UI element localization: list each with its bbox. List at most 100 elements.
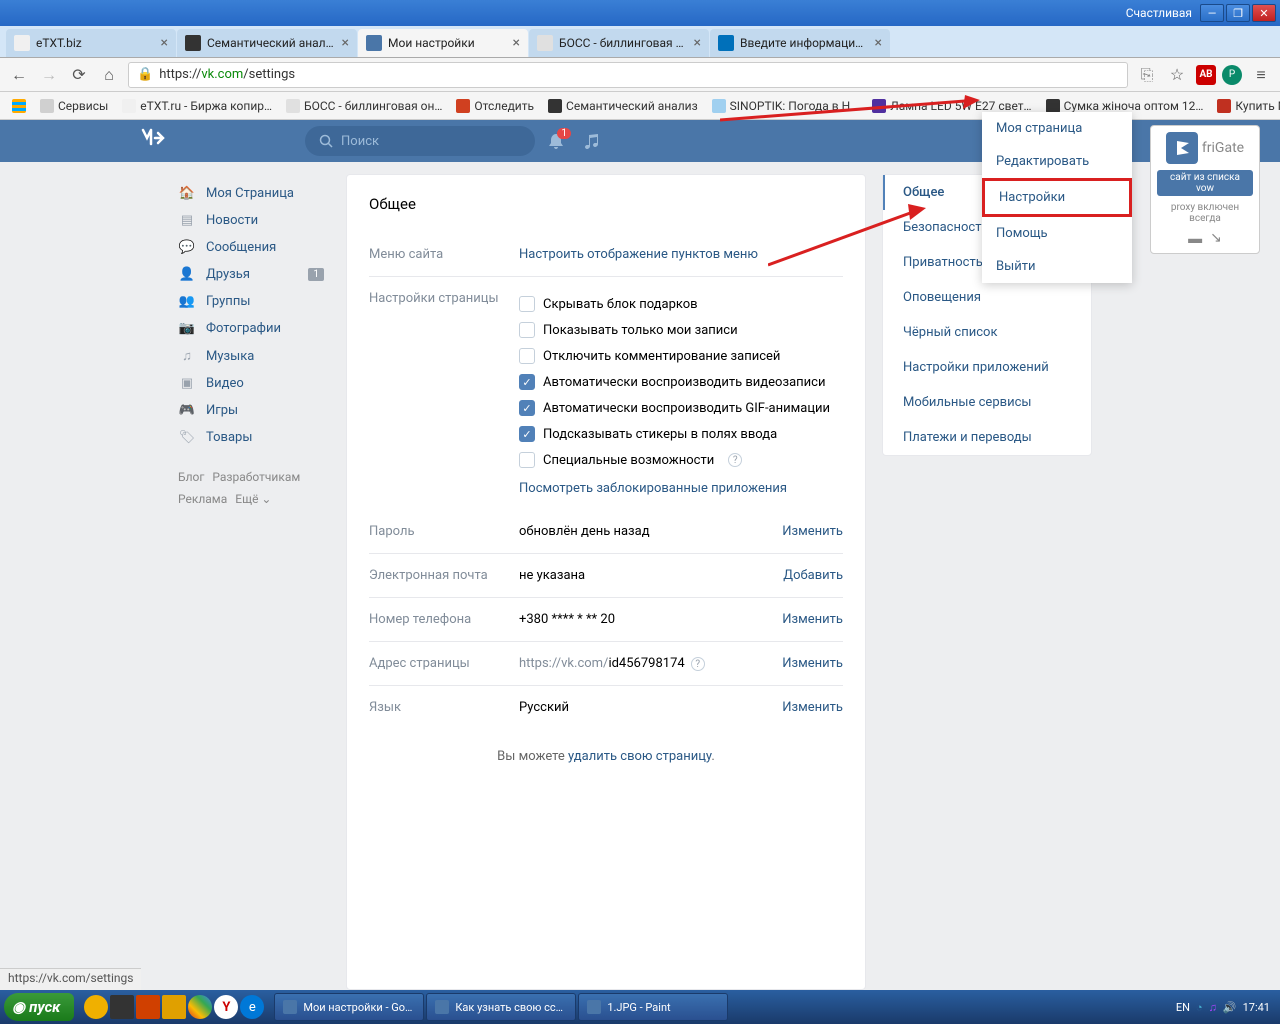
notifications-icon[interactable]: 1 xyxy=(547,132,565,150)
nav-music[interactable]: ♫Музыка xyxy=(170,342,330,370)
checkbox[interactable]: ✓ xyxy=(519,374,535,390)
dropdown-item-3[interactable]: Помощь xyxy=(982,217,1132,250)
settings-tab-5[interactable]: Настройки приложений xyxy=(883,350,1091,385)
music-player-icon[interactable] xyxy=(583,132,601,150)
ql-ie[interactable]: e xyxy=(240,995,264,1019)
row-action[interactable]: Изменить xyxy=(782,700,843,715)
footer-link-0[interactable]: Блог xyxy=(178,470,204,484)
taskbar-task-1[interactable]: Как узнать свою сс… xyxy=(426,993,576,1021)
help-icon[interactable]: ? xyxy=(728,453,742,467)
bookmark-8[interactable]: Купить Мужская Рубаш… xyxy=(1211,97,1280,115)
vk-body: 🏠Моя Страница▤Новости💬Сообщения👤Друзья1👥… xyxy=(0,162,1280,990)
url-scheme: https:// xyxy=(159,67,201,82)
tab-close-icon[interactable]: × xyxy=(161,35,168,51)
ql-1[interactable] xyxy=(84,995,108,1019)
footer-link-3[interactable]: Ещё ⌄ xyxy=(235,492,271,506)
minimize-button[interactable]: — xyxy=(1200,4,1224,22)
tab-close-icon[interactable]: × xyxy=(513,35,520,51)
checkbox[interactable]: ✓ xyxy=(519,426,535,442)
browser-tab-0[interactable]: eTXT.biz× xyxy=(6,29,176,57)
dropdown-item-2[interactable]: Настройки xyxy=(982,178,1132,217)
nav-label: Игры xyxy=(206,403,238,418)
nav-groups[interactable]: 👥Группы xyxy=(170,288,330,315)
lock-icon: 🔒 xyxy=(137,67,153,82)
row-action[interactable]: Изменить xyxy=(782,612,843,627)
maximize-button[interactable]: ❐ xyxy=(1226,4,1250,22)
browser-tab-2[interactable]: Мои настройки× xyxy=(358,29,528,57)
favicon xyxy=(185,35,201,51)
menu-configure-link[interactable]: Настроить отображение пунктов меню xyxy=(519,247,758,262)
devtools-icon[interactable]: ⎘ xyxy=(1136,64,1158,86)
ql-chrome[interactable] xyxy=(188,995,212,1019)
vk-search-input[interactable]: Поиск xyxy=(305,126,535,156)
menu-label: Меню сайта xyxy=(369,247,519,262)
nav-games[interactable]: 🎮Игры xyxy=(170,397,330,424)
start-button[interactable]: ◉пуск xyxy=(4,993,74,1021)
home-button[interactable]: ⌂ xyxy=(98,64,120,86)
tab-close-icon[interactable]: × xyxy=(875,35,882,51)
close-button[interactable]: ✕ xyxy=(1252,4,1276,22)
ql-yandex[interactable]: Y xyxy=(214,995,238,1019)
frigate-widget[interactable]: friGate сайт из списка vow proxy включен… xyxy=(1150,125,1260,254)
checkbox[interactable] xyxy=(519,452,535,468)
settings-tab-4[interactable]: Чёрный список xyxy=(883,315,1091,350)
footer-link-2[interactable]: Реклама xyxy=(178,492,227,506)
delete-page-link[interactable]: удалить свою страницу xyxy=(568,749,711,764)
settings-tab-3[interactable]: Оповещения xyxy=(883,280,1091,315)
bookmark-1[interactable]: eTXT.ru - Биржа копир… xyxy=(116,97,278,115)
nav-home[interactable]: 🏠Моя Страница xyxy=(170,180,330,207)
dropdown-item-1[interactable]: Редактировать xyxy=(982,145,1132,178)
star-icon[interactable]: ☆ xyxy=(1166,64,1188,86)
bookmark-5[interactable]: SINOPTIK: Погода в Н… xyxy=(706,97,865,115)
vk-logo[interactable] xyxy=(140,128,170,154)
back-button[interactable]: ← xyxy=(8,64,30,86)
menu-button[interactable]: ≡ xyxy=(1250,64,1272,86)
ql-4[interactable] xyxy=(162,995,186,1019)
browser-tab-1[interactable]: Семантический анализ те…× xyxy=(177,29,357,57)
bookmark-2[interactable]: БОСС - биллинговая он… xyxy=(280,97,448,115)
row-action[interactable]: Изменить xyxy=(782,524,843,539)
checkbox[interactable]: ✓ xyxy=(519,400,535,416)
nav-photo[interactable]: 📷Фотографии xyxy=(170,315,330,342)
settings-tab-6[interactable]: Мобильные сервисы xyxy=(883,385,1091,420)
bookmark-4[interactable]: Семантический анализ xyxy=(542,97,704,115)
abp-icon[interactable]: AB xyxy=(1196,65,1216,85)
taskbar-task-0[interactable]: Мои настройки - Go… xyxy=(274,993,424,1021)
forward-button[interactable]: → xyxy=(38,64,60,86)
checkbox[interactable] xyxy=(519,322,535,338)
settings-tab-7[interactable]: Платежи и переводы xyxy=(883,420,1091,455)
browser-tab-3[interactable]: БОСС - биллинговая онлай…× xyxy=(529,29,709,57)
taskbar-task-2[interactable]: 1.JPG - Paint xyxy=(578,993,728,1021)
help-icon[interactable]: ? xyxy=(691,657,705,671)
dropdown-item-0[interactable]: Моя страница xyxy=(982,112,1132,145)
tab-close-icon[interactable]: × xyxy=(342,35,349,51)
footer-link-1[interactable]: Разработчикам xyxy=(212,470,300,484)
nav-market[interactable]: 🏷Товары xyxy=(170,424,330,451)
reload-button[interactable]: ⟳ xyxy=(68,64,90,86)
ext-green-icon[interactable]: P xyxy=(1222,65,1242,85)
browser-tab-4[interactable]: Введите информацию плат…× xyxy=(710,29,890,57)
tray-lang[interactable]: EN xyxy=(1176,1001,1190,1014)
blocked-apps-link[interactable]: Посмотреть заблокированные приложения xyxy=(519,473,843,496)
tray-clock[interactable]: 17:41 xyxy=(1243,1001,1270,1014)
tray-icon-1[interactable]: ◔ xyxy=(1196,1001,1203,1014)
nav-msg[interactable]: 💬Сообщения xyxy=(170,234,330,261)
apps-button[interactable] xyxy=(6,97,32,115)
tray-icon-2[interactable]: ♫ xyxy=(1209,1001,1217,1014)
checkbox[interactable] xyxy=(519,296,535,312)
ql-3[interactable] xyxy=(136,995,160,1019)
checkbox[interactable] xyxy=(519,348,535,364)
ql-2[interactable] xyxy=(110,995,134,1019)
bookmark-0[interactable]: Сервисы xyxy=(34,97,114,115)
row-label: Адрес страницы xyxy=(369,656,519,671)
dropdown-item-4[interactable]: Выйти xyxy=(982,250,1132,283)
row-action[interactable]: Добавить xyxy=(783,568,843,583)
nav-friends[interactable]: 👤Друзья1 xyxy=(170,261,330,288)
tray-icon-3[interactable]: 🔊 xyxy=(1223,1001,1237,1014)
bookmark-3[interactable]: Отследить xyxy=(450,97,540,115)
address-bar[interactable]: 🔒 https://vk.com/settings xyxy=(128,62,1128,88)
nav-video[interactable]: ▣Видео xyxy=(170,370,330,397)
nav-news[interactable]: ▤Новости xyxy=(170,207,330,234)
tab-close-icon[interactable]: × xyxy=(694,35,701,51)
row-action[interactable]: Изменить xyxy=(782,656,843,671)
